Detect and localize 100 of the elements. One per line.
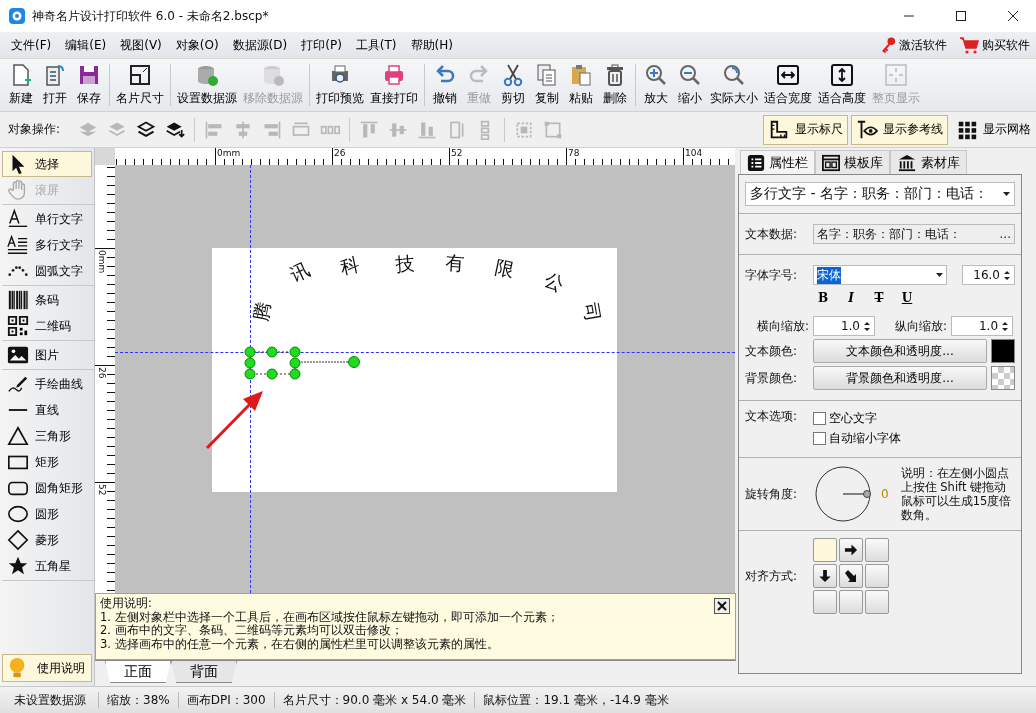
tool-button[interactable]: 圆形 bbox=[2, 501, 92, 527]
toolbar-button[interactable]: 适合高度 bbox=[815, 61, 869, 109]
menu-item[interactable]: 帮助(H) bbox=[403, 34, 460, 56]
tool-button[interactable]: 菱形 bbox=[2, 527, 92, 553]
layers-icon bbox=[136, 119, 157, 140]
checkbox[interactable]: 自动缩小字体 bbox=[813, 430, 901, 447]
font-style-button[interactable]: T bbox=[867, 288, 891, 308]
template-icon bbox=[822, 153, 840, 172]
alignment-cell[interactable] bbox=[865, 538, 889, 562]
toolbar-button[interactable]: 直接打印 bbox=[367, 61, 421, 109]
toolbar-button[interactable]: 缩小 bbox=[673, 61, 707, 109]
font-style-button[interactable]: B bbox=[811, 288, 835, 308]
tool-button[interactable]: 手绘曲线 bbox=[2, 371, 92, 397]
text-data-field[interactable]: 名字：职务：部门：电话： ... bbox=[813, 224, 1015, 244]
scale-spinner[interactable]: 1.0 bbox=[813, 316, 875, 336]
tool-button[interactable]: 图片 bbox=[2, 342, 92, 368]
alignment-cell[interactable] bbox=[813, 564, 837, 588]
toolbar-button[interactable]: 新建 bbox=[4, 61, 38, 109]
alignment-cell[interactable] bbox=[865, 590, 889, 614]
arrow-right-icon bbox=[844, 543, 858, 557]
barcode-icon bbox=[7, 289, 29, 311]
panel-tab[interactable]: 模板库 bbox=[815, 150, 890, 174]
alignment-cell[interactable] bbox=[813, 590, 837, 614]
panel-tab[interactable]: 属性栏 bbox=[740, 150, 815, 174]
list-icon bbox=[747, 153, 765, 172]
toolbar-button[interactable]: 保存 bbox=[72, 61, 106, 109]
toggle-button[interactable]: 显示标尺 bbox=[763, 114, 848, 145]
selection-handles[interactable] bbox=[244, 346, 360, 380]
checkbox[interactable]: 空心文字 bbox=[813, 410, 877, 427]
page-tab[interactable]: 背面 bbox=[171, 661, 237, 683]
toolbar-button[interactable]: 设置数据源 bbox=[174, 61, 240, 109]
tool-button[interactable]: 条码 bbox=[2, 287, 92, 313]
toggle-button[interactable]: 显示网格 bbox=[951, 114, 1036, 145]
menu-item[interactable]: 工具(T) bbox=[348, 34, 404, 56]
tool-button[interactable]: 圆弧文字 bbox=[2, 258, 92, 284]
more-button[interactable]: ... bbox=[999, 227, 1011, 241]
toggle-button[interactable]: 显示参考线 bbox=[851, 114, 948, 145]
eye-icon bbox=[856, 118, 878, 141]
document-icon bbox=[43, 63, 67, 87]
close-icon bbox=[716, 600, 728, 612]
tool-button[interactable]: 三角形 bbox=[2, 423, 92, 449]
tool-button[interactable]: 五角星 bbox=[2, 553, 92, 579]
toolbar-button[interactable]: 复制 bbox=[530, 61, 564, 109]
tool-button[interactable]: 直线 bbox=[2, 397, 92, 423]
annotation-arrow bbox=[205, 391, 263, 450]
toolbar-button[interactable]: 实际大小 bbox=[707, 61, 761, 109]
status-text: 画布DPI：300 bbox=[178, 692, 275, 708]
menu-item[interactable]: 数据源(D) bbox=[225, 34, 295, 56]
font-style-button[interactable]: I bbox=[839, 288, 863, 308]
scale-spinner[interactable]: 1.0 bbox=[951, 316, 1014, 336]
page-tab[interactable]: 正面 bbox=[105, 661, 171, 683]
color-swatch[interactable] bbox=[991, 339, 1015, 363]
tool-button[interactable]: 二维码 bbox=[2, 313, 92, 339]
tool-button[interactable]: 选择 bbox=[2, 151, 92, 177]
ruler-label: 26 bbox=[334, 149, 346, 158]
align-right-icon bbox=[262, 119, 283, 140]
alignment-cell[interactable] bbox=[839, 564, 863, 588]
toolbar-button[interactable]: 打印预览 bbox=[313, 61, 367, 109]
panel-tab[interactable]: 素材库 bbox=[890, 150, 967, 174]
toolbar-button[interactable]: 放大 bbox=[639, 61, 673, 109]
buy-link[interactable]: 购买软件 bbox=[953, 36, 1036, 54]
zoom-out-icon bbox=[678, 63, 702, 87]
menu-item[interactable]: 打印(P) bbox=[294, 34, 349, 56]
arc-text-character: 科 bbox=[338, 253, 361, 277]
alignment-cell[interactable] bbox=[839, 590, 863, 614]
toolbar-button[interactable]: 打开 bbox=[38, 61, 72, 109]
menu-item[interactable]: 文件(F) bbox=[4, 34, 59, 56]
field-label: 旋转角度: bbox=[745, 485, 799, 503]
font-style-button[interactable]: U bbox=[895, 288, 919, 308]
status-text: 未设置数据源 bbox=[8, 692, 99, 708]
color-swatch[interactable] bbox=[991, 366, 1015, 390]
tool-button[interactable]: 矩形 bbox=[2, 449, 92, 475]
toolbar-button[interactable]: 剪切 bbox=[496, 61, 530, 109]
tool-button[interactable]: 单行文字 bbox=[2, 206, 92, 232]
close-button[interactable] bbox=[714, 598, 730, 614]
font-size-spinner[interactable]: 16.0 bbox=[962, 265, 1015, 285]
toolbar-button[interactable]: 适合宽度 bbox=[761, 61, 815, 109]
toolbar-button[interactable]: 撤销 bbox=[428, 61, 462, 109]
arc-text-character: 限 bbox=[493, 256, 516, 280]
ruler-label: 26 bbox=[97, 367, 106, 379]
alignment-cell[interactable] bbox=[865, 564, 889, 588]
alignment-cell[interactable] bbox=[839, 538, 863, 562]
menu-item[interactable]: 对象(O) bbox=[168, 34, 226, 56]
arc-text-character: 技 bbox=[394, 252, 415, 274]
toolbar-button[interactable]: 名片尺寸 bbox=[113, 61, 167, 109]
menu-item[interactable]: 视图(V) bbox=[113, 34, 169, 56]
alignment-cell[interactable] bbox=[813, 538, 837, 562]
font-dropdown[interactable]: 宋体 bbox=[813, 265, 947, 285]
help-button[interactable]: 使用说明 bbox=[2, 654, 92, 682]
toolbar-button[interactable]: 粘贴 bbox=[564, 61, 598, 109]
toolbar-button[interactable]: 删除 bbox=[598, 61, 632, 109]
tool-button[interactable]: 多行文字 bbox=[2, 232, 92, 258]
activate-link[interactable]: 激活软件 bbox=[874, 36, 953, 54]
building-icon bbox=[897, 153, 917, 172]
arc-text-character: 腾 bbox=[250, 299, 273, 323]
tool-button[interactable]: 圆角矩形 bbox=[2, 475, 92, 501]
text-color-button[interactable]: 文本颜色和透明度... bbox=[813, 339, 987, 363]
background-color-button[interactable]: 背景颜色和透明度... bbox=[813, 366, 987, 390]
menu-item[interactable]: 编辑(E) bbox=[58, 34, 114, 56]
object-dropdown[interactable]: 多行文字 - 名字：职务：部门：电话： bbox=[745, 182, 1015, 206]
